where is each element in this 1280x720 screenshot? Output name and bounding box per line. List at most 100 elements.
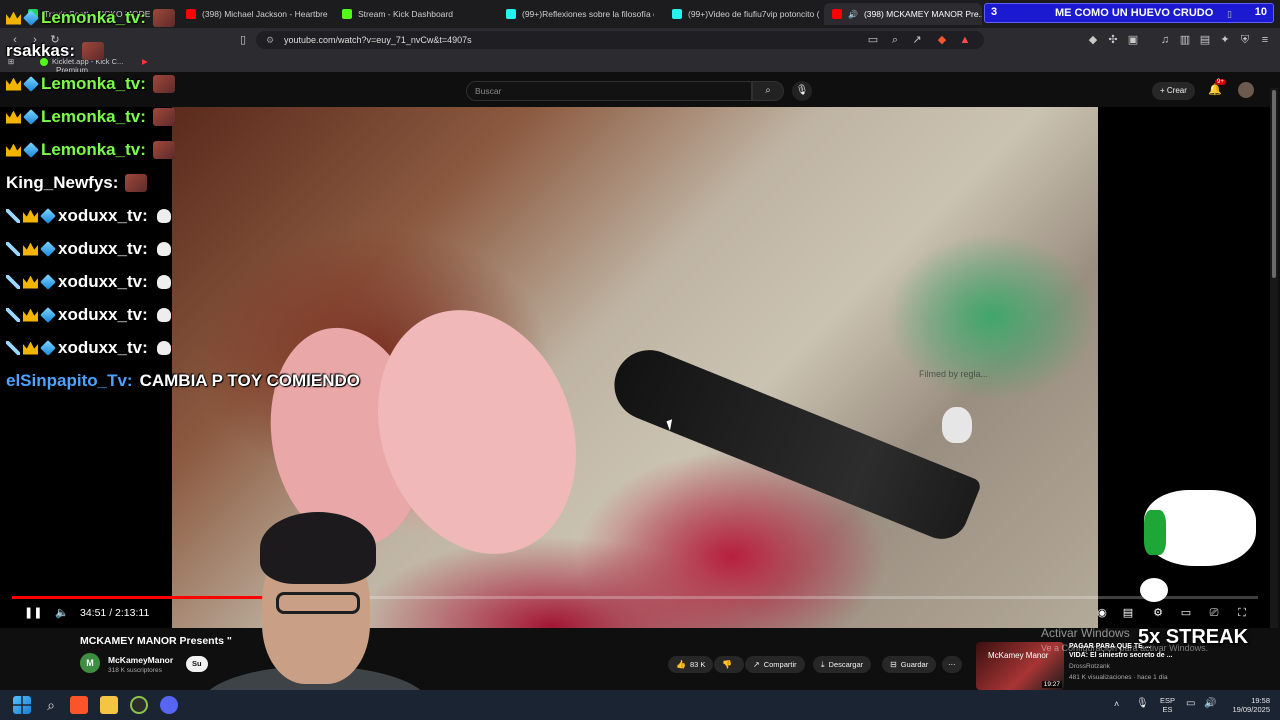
mic-icon: 🎙: [795, 85, 809, 96]
tab-youtube-mj[interactable]: (398) Michael Jackson - Heartbreak H...: [178, 3, 328, 25]
subtitles-icon[interactable]: ▤: [1120, 604, 1136, 622]
notifications-button[interactable]: 🔔 9+: [1208, 79, 1226, 96]
channel-subscribers: 318 K suscriptores: [108, 667, 162, 674]
autoplay-toggle[interactable]: ◉: [1094, 604, 1110, 622]
tab-label: (99+)Video de fiufiu7vip potoncito (...: [688, 9, 820, 19]
download-icon: ⤓: [821, 660, 825, 669]
wallet-icon[interactable]: ▤: [1198, 33, 1212, 47]
plus-icon: +: [1160, 86, 1167, 95]
forward-icon[interactable]: ›: [28, 33, 42, 47]
speaker-icon: 🔊: [848, 9, 858, 19]
leo-icon[interactable]: ✦: [1218, 33, 1232, 47]
dislike-button[interactable]: 👎: [714, 656, 744, 673]
settings-icon[interactable]: ⚙: [1150, 604, 1166, 622]
search-input[interactable]: Buscar: [466, 81, 752, 101]
language-indicator[interactable]: ESP ES: [1160, 696, 1175, 714]
brave-rewards-icon[interactable]: ▲: [958, 33, 972, 47]
windows-start-icon[interactable]: [13, 696, 31, 714]
goal-text: ME COMO UN HUEVO CRUDO: [1055, 7, 1214, 19]
puzzle-icon[interactable]: ✣: [1106, 33, 1120, 47]
pause-button[interactable]: ❚❚: [24, 604, 42, 622]
thumbs-down-icon: 👎: [722, 660, 732, 669]
bookmark-icon[interactable]: ▯: [236, 33, 250, 47]
thumbs-up-icon: 👍: [676, 660, 686, 669]
activate-windows-title: Activar Windows: [1041, 626, 1130, 640]
sticker-accent-shape: [1144, 510, 1166, 555]
share-icon[interactable]: ↗: [910, 33, 924, 47]
vpn-icon[interactable]: ⛨: [1238, 33, 1252, 47]
tiktok-icon: [672, 9, 682, 19]
scrollbar-thumb[interactable]: [1272, 90, 1276, 278]
bookmarks-bar: ⊞ Kicklet.app - Kick C... ▶ Premium: [0, 52, 1280, 75]
channel-name[interactable]: McKameyManor: [108, 655, 173, 665]
spotify-icon: [28, 9, 38, 19]
language-code: ESP: [1160, 696, 1176, 705]
youtube-header: Buscar ⌕ 🎙 + Crear 🔔 9+: [0, 72, 1280, 108]
tab-spotify[interactable]: Travis Scott - SICKO MODE (A...: [20, 3, 160, 25]
save-label: Guardar: [900, 660, 929, 669]
tab-label: (398) Michael Jackson - Heartbreak H...: [202, 9, 328, 19]
menu-icon[interactable]: ≡: [1258, 33, 1272, 47]
file-explorer-icon[interactable]: [100, 696, 118, 714]
bookmark-label: Kicklet.app - Kick C...: [52, 57, 124, 66]
download-button[interactable]: ⤓ Descargar: [813, 656, 872, 673]
tab-tiktok-video[interactable]: (99+)Video de fiufiu7vip potoncito (...: [664, 3, 820, 25]
back-icon[interactable]: ‹: [8, 33, 22, 47]
sidebar-icon[interactable]: ▥: [1178, 33, 1192, 47]
windows-taskbar: ⌕ ˄ 🎙 ESP ES ▭ 🔊 19:58 19/09/2025: [0, 690, 1280, 720]
clock-time: 19:58: [1251, 696, 1270, 705]
share-button[interactable]: ↗ Compartir: [745, 656, 805, 673]
bell-icon: 🔔: [1208, 84, 1222, 96]
clock[interactable]: 19:58 19/09/2025: [1224, 696, 1270, 714]
clock-date: 19/09/2025: [1232, 705, 1270, 714]
video-duration: 19:27: [1041, 681, 1062, 688]
create-button[interactable]: + Crear: [1152, 82, 1195, 100]
voice-search-button[interactable]: 🎙: [792, 81, 812, 101]
display-icon[interactable]: ▭: [1186, 699, 1195, 709]
cast-icon[interactable]: ⎚: [1206, 604, 1222, 622]
notification-badge: 9+: [1215, 79, 1226, 85]
apps-icon[interactable]: ⊞: [8, 57, 14, 66]
zoom-icon[interactable]: ⌕: [888, 33, 902, 47]
speaker-icon[interactable]: 🔊: [1204, 699, 1216, 709]
app-icon[interactable]: [130, 696, 148, 714]
site-info-icon[interactable]: ⚙: [266, 35, 276, 45]
recommended-meta: 481 K visualizaciones · hace 1 día: [1069, 674, 1168, 681]
tab-label: Travis Scott - SICKO MODE (A...: [44, 9, 160, 19]
avatar[interactable]: [1238, 82, 1254, 98]
search-button[interactable]: ⌕: [752, 81, 784, 101]
bookmark-kicklet[interactable]: Kicklet.app - Kick C...: [40, 57, 123, 66]
search-icon[interactable]: ⌕: [42, 696, 60, 714]
more-button[interactable]: ⋯: [942, 656, 962, 673]
discord-icon[interactable]: [160, 696, 178, 714]
like-button[interactable]: 👍 83 K: [668, 656, 714, 673]
like-count: 83 K: [689, 660, 706, 669]
time-separator: /: [109, 607, 113, 619]
more-icon: ⋯: [948, 660, 956, 669]
brave-icon[interactable]: [70, 696, 88, 714]
brave-shield-icon[interactable]: ◆: [935, 33, 949, 47]
create-label: Crear: [1166, 86, 1187, 95]
tab-youtube-mckamey[interactable]: 🔊 (398) MCKAMEY MANOR Pre... ✕: [824, 3, 982, 25]
tab-kick-dashboard[interactable]: Stream - Kick Dashboard: [334, 3, 484, 25]
youtube-icon: [186, 9, 196, 19]
youtube-icon[interactable]: ▶: [142, 57, 148, 66]
reload-icon[interactable]: ↻: [48, 33, 62, 47]
screenshot-icon[interactable]: ▣: [1126, 33, 1140, 47]
fullscreen-icon[interactable]: ⛶: [1234, 604, 1250, 622]
media-icon[interactable]: ♫: [1158, 33, 1172, 47]
volume-icon[interactable]: 🔈: [54, 604, 70, 622]
tab-tiktok-reflexiones[interactable]: (99+)Reflexiones sobre la filosofía e...: [498, 3, 654, 25]
extension-icon[interactable]: ◆: [1086, 33, 1100, 47]
mic-icon[interactable]: 🎙: [1136, 699, 1149, 709]
sticker-dot-shape: [1140, 578, 1168, 602]
skull-logo-shape: [942, 407, 972, 443]
recommended-channel[interactable]: DrossRotzank: [1069, 663, 1110, 670]
channel-avatar[interactable]: M: [80, 653, 100, 673]
share-label: Compartir: [763, 660, 797, 669]
search-icon: ⌕: [765, 85, 771, 96]
theater-mode-icon[interactable]: ▭: [1178, 604, 1194, 622]
cast-icon[interactable]: ▭: [866, 33, 880, 47]
tray-chevron-icon[interactable]: ˄: [1114, 700, 1119, 709]
save-button[interactable]: ⊟ Guardar: [882, 656, 937, 673]
